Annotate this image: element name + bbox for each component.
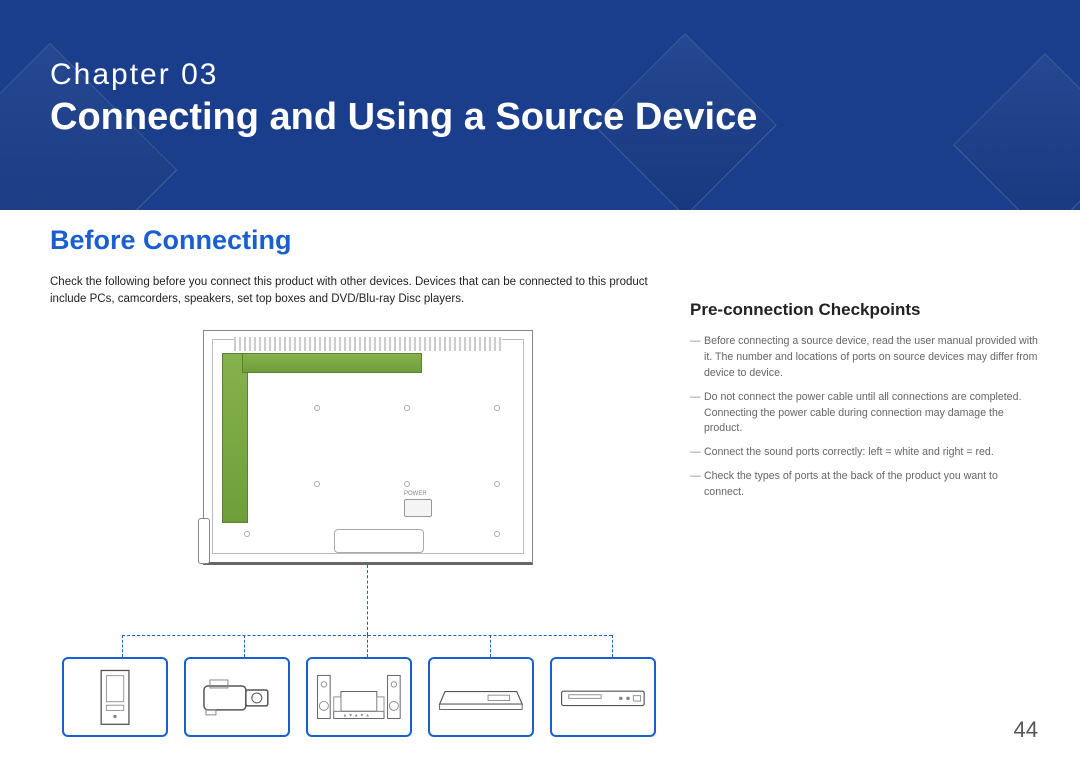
manual-page: Chapter 03 Connecting and Using a Source…	[0, 0, 1080, 763]
connection-diagram: POWER	[50, 330, 670, 750]
chapter-label: Chapter 03	[50, 58, 757, 92]
device-disc-player-icon	[550, 657, 656, 737]
device-camcorder-icon	[184, 657, 290, 737]
decoration-cube	[953, 53, 1080, 210]
section-heading: Before Connecting	[50, 225, 1040, 256]
checkpoint-item: Before connecting a source device, read …	[690, 334, 1040, 382]
chapter-banner: Chapter 03 Connecting and Using a Source…	[0, 0, 1080, 210]
checkpoints-list: Before connecting a source device, read …	[690, 334, 1040, 501]
svg-text:▲ ▼ ▲ ▼ ▲: ▲ ▼ ▲ ▼ ▲	[343, 713, 370, 718]
checkpoint-item: Check the types of ports at the back of …	[690, 469, 1040, 501]
device-speaker-system-icon: ▲ ▼ ▲ ▼ ▲	[306, 657, 412, 737]
intro-text: Check the following before you connect t…	[50, 274, 670, 307]
sub-heading: Pre-connection Checkpoints	[690, 300, 1040, 320]
device-set-top-box-icon	[428, 657, 534, 737]
page-number: 44	[1014, 717, 1038, 743]
checkpoint-item: Connect the sound ports correctly: left …	[690, 445, 1040, 461]
display-back-panel-icon: POWER	[203, 330, 533, 565]
device-pc-tower-icon	[62, 657, 168, 737]
chapter-title: Connecting and Using a Source Device	[50, 96, 757, 139]
checkpoint-item: Do not connect the power cable until all…	[690, 390, 1040, 438]
